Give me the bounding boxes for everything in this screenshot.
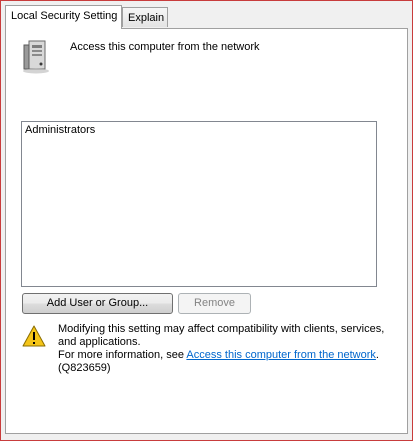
tab-explain[interactable]: Explain [122,7,168,27]
tab-label: Local Security Setting [11,10,118,22]
tab-label: Explain [128,12,165,24]
add-user-or-group-button[interactable]: Add User or Group... [22,293,173,314]
remove-button[interactable]: Remove [178,293,251,314]
access-network-link[interactable]: Access this computer from the network [186,349,376,361]
tab-panel: Access this computer from the network Ad… [5,28,408,434]
warning-icon [22,325,46,347]
properties-dialog: Local Security Setting Explain Access th… [0,0,413,441]
warning-line: Modifying this setting may affect compat… [58,323,385,348]
members-listbox[interactable]: Administrators [21,121,377,287]
more-info-line: For more information, see Access this co… [58,349,398,362]
kb-reference: (Q823659) [58,362,111,374]
server-icon [23,40,49,74]
list-item[interactable]: Administrators [22,122,376,136]
tab-local-security-setting[interactable]: Local Security Setting [5,5,122,29]
more-info-prefix: For more information, see [58,349,187,361]
setting-title: Access this computer from the network [70,41,260,53]
more-info-suffix: . [375,349,379,361]
warning-message: Modifying this setting may affect compat… [58,323,398,375]
